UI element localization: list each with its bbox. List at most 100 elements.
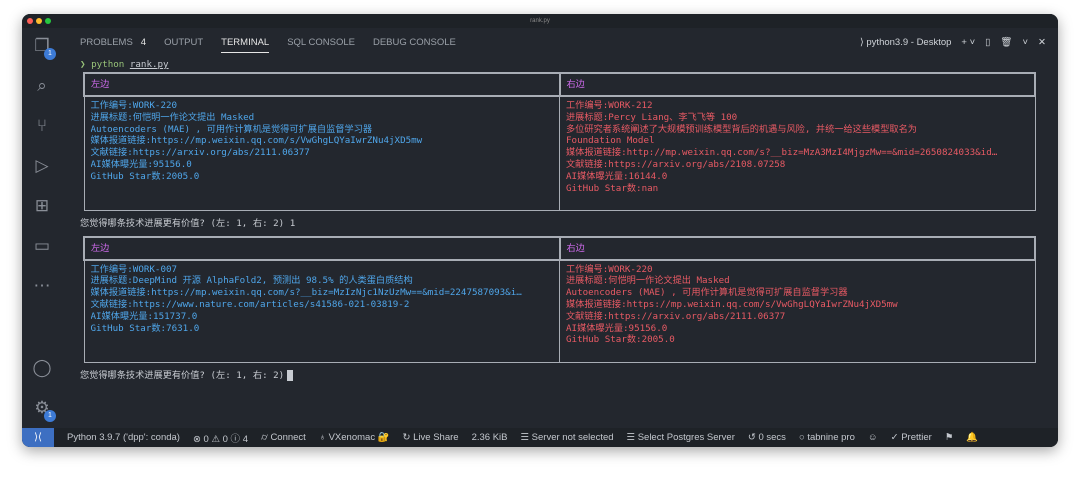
terminal-selector[interactable]: ⟩ python3.9 - Desktop (860, 37, 951, 48)
right-line: 文献链接:https://arxiv.org/abs/2108.07258 (566, 158, 786, 170)
terminal-icon: ⟩ (860, 36, 864, 48)
problems-status[interactable]: ⊗ 0 ⚠ 0 ⓘ 4 (193, 431, 248, 445)
explorer-icon[interactable]: ❐ 1 (32, 36, 56, 60)
close-icon[interactable]: ✕ (1038, 37, 1046, 48)
right-line: GitHub Star数:2005.0 (566, 334, 675, 346)
problems-count: 4 (140, 36, 147, 48)
bell-icon[interactable]: 🔔 (966, 432, 978, 443)
user-icon: ♁ (318, 432, 326, 443)
postgres-select[interactable]: ☰ Select Postgres Server (627, 432, 735, 443)
connect-label: Connect (270, 432, 306, 443)
tab-debug-console[interactable]: DEBUG CONSOLE (373, 32, 456, 53)
new-terminal-icon[interactable]: + ˅ (961, 37, 975, 48)
tab-label: PROBLEMS (80, 36, 133, 48)
tab-problems[interactable]: PROBLEMS 4 (80, 32, 146, 53)
explorer-badge: 1 (44, 48, 56, 60)
database-icon: ⌭ (260, 432, 268, 443)
command-arg: rank.py (129, 59, 169, 70)
left-line: 媒体报道链接:https://mp.weixin.qq.com/s/VwGhgL… (90, 135, 423, 147)
user-status[interactable]: ♁ VXenomac 🔐 (319, 432, 390, 443)
server-icon: ☰ (520, 432, 530, 443)
right-cell: 工作编号:WORK-212 进展标题:Percy Liang、李飞飞等 100 多位… (559, 95, 1036, 211)
live-share-icon: ↻ (402, 432, 411, 443)
right-line: 进展标题:Percy Liang、李飞飞等 100 (566, 111, 738, 123)
run-debug-icon[interactable]: ▷ (32, 156, 52, 176)
user-label: VXenomac 🔐 (328, 432, 390, 443)
chevron-down-icon[interactable]: ˅ (1022, 37, 1028, 48)
left-line: GitHub Star数:2005.0 (90, 170, 200, 182)
left-line: 媒体报道链接:https://mp.weixin.qq.com/s?__biz=… (90, 287, 522, 299)
postgres-label: Select Postgres Server (637, 432, 735, 443)
feedback-icon[interactable]: ⚑ (945, 432, 954, 443)
remote-explorer-icon[interactable]: ▭ (32, 236, 52, 256)
trash-icon[interactable]: 🗑 (1000, 37, 1012, 48)
prompt-arrow: ❯ (80, 59, 86, 70)
left-line: Autoencoders (MAE) , 可用作计算机是觉得可扩展自监督学习器 (90, 123, 373, 135)
live-share[interactable]: ↻ Live Share (403, 432, 459, 443)
minimize-window-button[interactable] (36, 18, 42, 24)
left-header: 左边 (83, 235, 561, 261)
choice-prompt: 您觉得哪条技术进展更有价值? (左: 1, 右: 2) (80, 363, 1038, 388)
right-line: 多位研究者系统阐述了大规模预训练模型背后的机遇与风险, 并统一给这些模型取名为 (566, 123, 917, 135)
zoom-window-button[interactable] (45, 18, 51, 24)
left-line: 进展标题:何恺明一作论文提出 Masked (90, 111, 255, 123)
prompt-text: 您觉得哪条技术进展更有价值? (左: 1, 右: 2) 1 (80, 217, 296, 229)
comparison-table: 左边 右边 工作编号:WORK-007 进展标题:DeepMind 开源 AlphaF… (83, 235, 1036, 363)
right-line: AI媒体曝光量:16144.0 (566, 170, 668, 182)
settings-gear-icon[interactable]: ⚙ 1 (32, 398, 56, 422)
account-icon[interactable]: ◯ (32, 358, 52, 378)
right-line: Foundation Model (566, 135, 655, 147)
split-terminal-icon[interactable]: ▯ (985, 37, 990, 48)
command-line: ❯ python rank.py (80, 58, 1038, 72)
choice-prompt: 您觉得哪条技术进展更有价值? (左: 1, 右: 2) 1 (80, 211, 1038, 236)
right-line: 工作编号:WORK-212 (566, 100, 653, 111)
settings-badge: 1 (44, 410, 56, 422)
server-icon: ☰ (626, 432, 636, 443)
right-line: 进展标题:何恺明一作论文提出 Masked (566, 275, 730, 287)
python-interpreter[interactable]: Python 3.9.7 ('dpp': conda) (67, 432, 180, 443)
timer-label: 0 secs (758, 432, 786, 443)
prettier-status[interactable]: ✓ Prettier (891, 432, 932, 443)
check-icon: ✓ (890, 432, 899, 443)
right-header: 右边 (558, 235, 1036, 261)
history-icon: ↺ (747, 432, 756, 443)
prompt-text: 您觉得哪条技术进展更有价值? (左: 1, 右: 2) (80, 369, 285, 381)
server-status[interactable]: ☰ Server not selected (521, 432, 614, 443)
left-line: 工作编号:WORK-220 (90, 100, 178, 111)
tabnine-status[interactable]: ○ tabnine pro (799, 432, 855, 443)
tab-output[interactable]: OUTPUT (164, 32, 203, 53)
close-window-button[interactable] (27, 18, 33, 24)
search-icon[interactable]: ⌕ (32, 76, 52, 96)
comparison-table: 左边 右边 工作编号:WORK-220 进展标题:何恺明一作论文提出 Masked Au… (83, 72, 1036, 211)
panel-actions: ⟩ python3.9 - Desktop + ˅ ▯ 🗑 ˅ ✕ (860, 30, 1046, 54)
more-icon[interactable]: ⋯ (32, 276, 52, 296)
timer-status[interactable]: ↺ 0 secs (748, 432, 786, 443)
left-line: GitHub Star数:7631.0 (90, 322, 200, 334)
title-bar: rank.py (22, 14, 1058, 28)
right-line: 文献链接:https://arxiv.org/abs/2111.06377 (566, 310, 786, 322)
server-label: Server not selected (531, 432, 614, 443)
connect-status[interactable]: ⌭ Connect (261, 432, 306, 443)
right-header: 右边 (558, 72, 1036, 97)
activity-bar: ❐ 1 ⌕ ⑂ ▷ ⊞ ▭ ⋯ ◯ ⚙ 1 (22, 28, 62, 428)
copilot-icon[interactable]: ☺ (868, 432, 878, 443)
remote-icon[interactable]: ⟩⟨ (22, 428, 54, 447)
terminal-output[interactable]: ❯ python rank.py 左边 右边 工作编号:WORK-220 进展标题:何… (80, 58, 1038, 388)
left-line: AI媒体曝光量:151737.0 (90, 310, 198, 322)
left-header: 左边 (83, 72, 561, 97)
file-size: 2.36 KiB (471, 432, 508, 443)
terminal-name: python3.9 - Desktop (866, 36, 952, 48)
right-line: 媒体报道链接:http://mp.weixin.qq.com/s?__biz=M… (566, 147, 998, 159)
right-line: GitHub Star数:nan (566, 182, 659, 194)
left-line: 进展标题:DeepMind 开源 AlphaFold2, 预测出 98.5% 的… (90, 275, 413, 287)
window-title: rank.py (530, 18, 550, 24)
extensions-icon[interactable]: ⊞ (32, 196, 52, 216)
left-cell: 工作编号:WORK-220 进展标题:何恺明一作论文提出 Masked Autoen… (83, 95, 560, 211)
live-share-label: Live Share (413, 432, 459, 443)
left-line: 文献链接:https://www.nature.com/articles/s41… (90, 299, 410, 311)
right-line: Autoencoders (MAE) , 可用作计算机是觉得可扩展自监督学习器 (566, 287, 848, 299)
left-line: 文献链接:https://arxiv.org/abs/2111.06377 (90, 147, 310, 159)
tab-sql-console[interactable]: SQL CONSOLE (287, 32, 355, 53)
tab-terminal[interactable]: TERMINAL (221, 32, 270, 53)
source-control-icon[interactable]: ⑂ (32, 116, 52, 136)
